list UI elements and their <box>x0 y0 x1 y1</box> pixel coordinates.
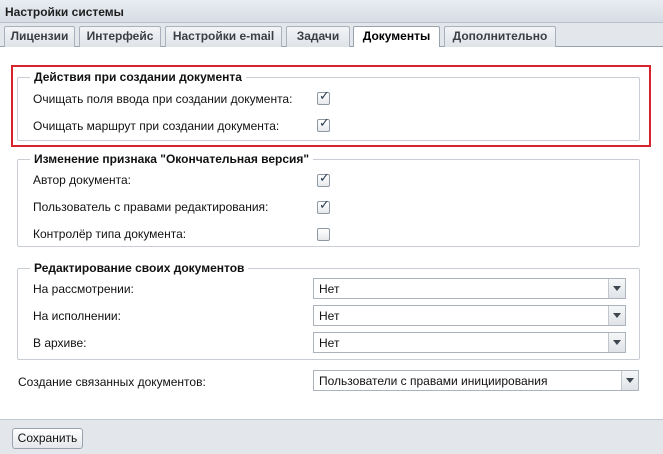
related-docs-select-value: Пользователи с правами инициирования <box>319 374 548 388</box>
highlight-frame <box>11 65 651 147</box>
archive-label: В архиве: <box>33 336 87 350</box>
tab-interface[interactable]: Интерфейс <box>79 26 161 47</box>
tab-licenses[interactable]: Лицензии <box>4 26 75 47</box>
chevron-down-icon[interactable] <box>608 333 625 352</box>
group-final-version-legend: Изменение признака "Окончательная версия… <box>30 152 314 166</box>
tab-additional[interactable]: Дополнительно <box>444 26 556 47</box>
review-select[interactable]: Нет <box>313 278 626 299</box>
related-docs-label: Создание связанных документов: <box>18 375 206 389</box>
review-select-value: Нет <box>319 282 340 296</box>
related-docs-select[interactable]: Пользователи с правами инициирования <box>313 370 639 391</box>
tab-documents[interactable]: Документы <box>353 26 440 48</box>
editor-checkbox[interactable]: ✓ <box>317 198 330 214</box>
tab-tasks[interactable]: Задачи <box>286 26 350 47</box>
execution-select[interactable]: Нет <box>313 305 626 326</box>
documents-settings-panel: Действия при создании документа Очищать … <box>0 47 663 419</box>
author-label: Автор документа: <box>33 173 132 187</box>
save-button[interactable]: Сохранить <box>12 428 83 449</box>
chevron-down-icon[interactable] <box>608 279 625 298</box>
window-title: Настройки системы <box>0 0 663 23</box>
chevron-down-icon[interactable] <box>608 306 625 325</box>
execution-label: На исполнении: <box>33 309 121 323</box>
editor-label: Пользователь с правами редактирования: <box>33 200 269 214</box>
tab-bar: Лицензии Интерфейс Настройки e-mail Зада… <box>0 23 663 48</box>
group-own-documents-legend: Редактирование своих документов <box>30 261 249 275</box>
tab-email-settings[interactable]: Настройки e-mail <box>165 26 282 47</box>
controller-checkbox[interactable] <box>317 228 330 241</box>
checkmark-icon: ✓ <box>319 171 330 186</box>
checkmark-icon: ✓ <box>319 198 330 213</box>
review-label: На рассмотрении: <box>33 282 134 296</box>
footer-toolbar: Сохранить <box>0 419 663 454</box>
archive-select[interactable]: Нет <box>313 332 626 353</box>
execution-select-value: Нет <box>319 309 340 323</box>
chevron-down-icon[interactable] <box>621 371 638 390</box>
archive-select-value: Нет <box>319 336 340 350</box>
author-checkbox[interactable]: ✓ <box>317 171 330 187</box>
controller-label: Контролёр типа документа: <box>33 227 187 241</box>
